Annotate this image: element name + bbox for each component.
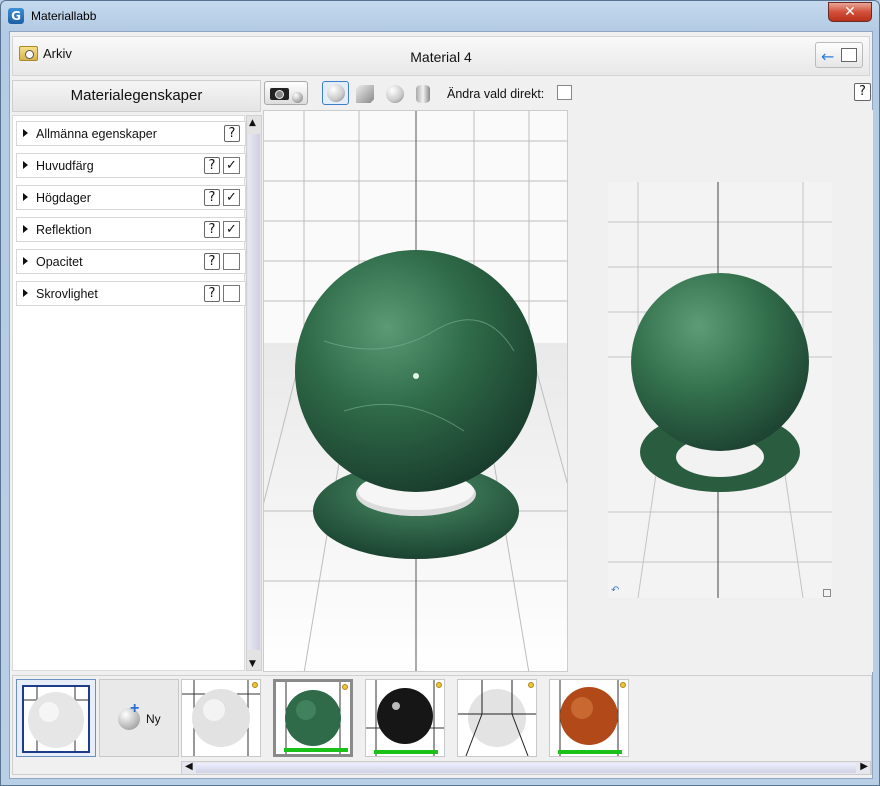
back-button[interactable]: ← [815, 42, 863, 68]
app-icon: G [8, 8, 24, 24]
preview-rotate-icon[interactable]: ↶ [611, 585, 619, 596]
property-label: Skrovlighet [36, 287, 98, 301]
black-gloss-thumb [366, 680, 444, 756]
property-checkbox[interactable] [223, 253, 240, 270]
property-general[interactable]: Allmänna egenskaper ? [16, 121, 246, 146]
help-button[interactable]: ? [854, 83, 871, 101]
material-library: + Ny ◀ ▶ [12, 675, 872, 775]
title-bar[interactable]: G Materiallabb ✕ [1, 1, 879, 31]
new-material-button[interactable]: + Ny [99, 679, 179, 757]
property-main-color[interactable]: Huvudfärg ? ✓ [16, 153, 246, 178]
material-thumb[interactable] [457, 679, 537, 757]
property-roughness[interactable]: Skrovlighet ? [16, 281, 246, 306]
expand-triangle-icon[interactable] [23, 193, 28, 201]
app-window: G Materiallabb ✕ Arkiv Material 4 ← Mate… [0, 0, 880, 786]
property-label: Huvudfärg [36, 159, 94, 173]
property-label: Reflektion [36, 223, 92, 237]
arrow-left-icon: ← [821, 47, 835, 66]
plus-icon: + [130, 700, 140, 717]
sphere-shape-button[interactable] [386, 85, 404, 103]
expand-triangle-icon[interactable] [23, 225, 28, 233]
property-checkbox[interactable] [223, 285, 240, 302]
property-label: Opacitet [36, 255, 83, 269]
sphere-mini-icon [292, 92, 303, 103]
scroll-thumb[interactable] [196, 763, 856, 773]
material-thumb[interactable] [181, 679, 261, 757]
help-button[interactable]: ? [204, 285, 220, 302]
properties-header: Materialegenskaper [12, 80, 261, 112]
apply-direct-label: Ändra vald direkt: [447, 87, 545, 101]
material-preview[interactable]: ↶ [608, 182, 832, 598]
property-opacity[interactable]: Opacitet ? [16, 249, 246, 274]
active-bar [284, 748, 348, 752]
white-marble-thumb [182, 680, 260, 756]
help-button[interactable]: ? [224, 125, 240, 142]
apply-direct-checkbox[interactable] [557, 85, 572, 100]
camera-lens [275, 90, 284, 99]
help-button[interactable]: ? [204, 221, 220, 238]
render-camera-button[interactable] [264, 81, 308, 105]
cylinder-shape-button[interactable] [416, 85, 430, 103]
help-button[interactable]: ? [204, 157, 220, 174]
copper-thumb [559, 680, 619, 756]
help-button[interactable]: ? [204, 189, 220, 206]
close-button[interactable]: ✕ [828, 2, 872, 22]
new-material-label: Ny [146, 712, 161, 726]
properties-list: Allmänna egenskaper ? Huvudfärg ? ✓ Högd… [12, 115, 246, 671]
active-bar [558, 750, 622, 754]
property-label: Högdager [36, 191, 91, 205]
modified-dot-icon [252, 682, 258, 688]
material-title: Material 4 [410, 49, 472, 65]
modified-dot-icon [342, 684, 348, 690]
help-button[interactable]: ? [204, 253, 220, 270]
scroll-up-icon[interactable]: ▲ [249, 118, 256, 128]
resize-grip-icon[interactable] [823, 589, 831, 597]
scroll-thumb[interactable] [248, 134, 260, 650]
material-thumb[interactable] [16, 679, 96, 757]
expand-triangle-icon[interactable] [23, 289, 28, 297]
expand-triangle-icon[interactable] [23, 257, 28, 265]
viewport-scene [264, 111, 567, 671]
material-viewport[interactable] [263, 110, 568, 672]
preview-area: ↶ [568, 110, 873, 672]
material-thumb[interactable] [365, 679, 445, 757]
modified-dot-icon [620, 682, 626, 688]
expand-triangle-icon[interactable] [23, 161, 28, 169]
library-scrollbar[interactable]: ◀ ▶ [181, 761, 871, 775]
cube-shape-button[interactable] [356, 85, 374, 103]
scroll-right-icon[interactable]: ▶ [860, 761, 868, 772]
window-icon [841, 48, 857, 62]
properties-scrollbar[interactable]: ▲ ▼ [246, 115, 262, 671]
preview-scene [608, 182, 832, 598]
active-bar [374, 750, 438, 754]
scroll-left-icon[interactable]: ◀ [185, 761, 193, 772]
white-marble-thumb [22, 685, 90, 753]
material-thumb[interactable] [549, 679, 629, 757]
scroll-down-icon[interactable]: ▼ [249, 659, 256, 669]
modified-dot-icon [528, 682, 534, 688]
sphere-ring-icon [327, 84, 345, 102]
preview-toolbar: Ändra vald direkt: ? [264, 80, 872, 108]
expand-triangle-icon[interactable] [23, 129, 28, 137]
property-checkbox[interactable]: ✓ [223, 157, 240, 174]
property-highlights[interactable]: Högdager ? ✓ [16, 185, 246, 210]
property-checkbox[interactable]: ✓ [223, 221, 240, 238]
modified-dot-icon [436, 682, 442, 688]
client-area: Arkiv Material 4 ← Materialegenskaper Al… [9, 31, 873, 779]
property-reflection[interactable]: Reflektion ? ✓ [16, 217, 246, 242]
property-label: Allmänna egenskaper [36, 127, 157, 141]
menu-bar: Arkiv Material 4 ← [12, 36, 870, 76]
green-marble-thumb [285, 682, 341, 754]
property-checkbox[interactable]: ✓ [223, 189, 240, 206]
shape-sphere-ring-button[interactable] [322, 81, 349, 105]
transparent-thumb [458, 680, 536, 756]
material-thumb[interactable] [273, 679, 353, 757]
window-title: Materiallabb [31, 9, 97, 23]
